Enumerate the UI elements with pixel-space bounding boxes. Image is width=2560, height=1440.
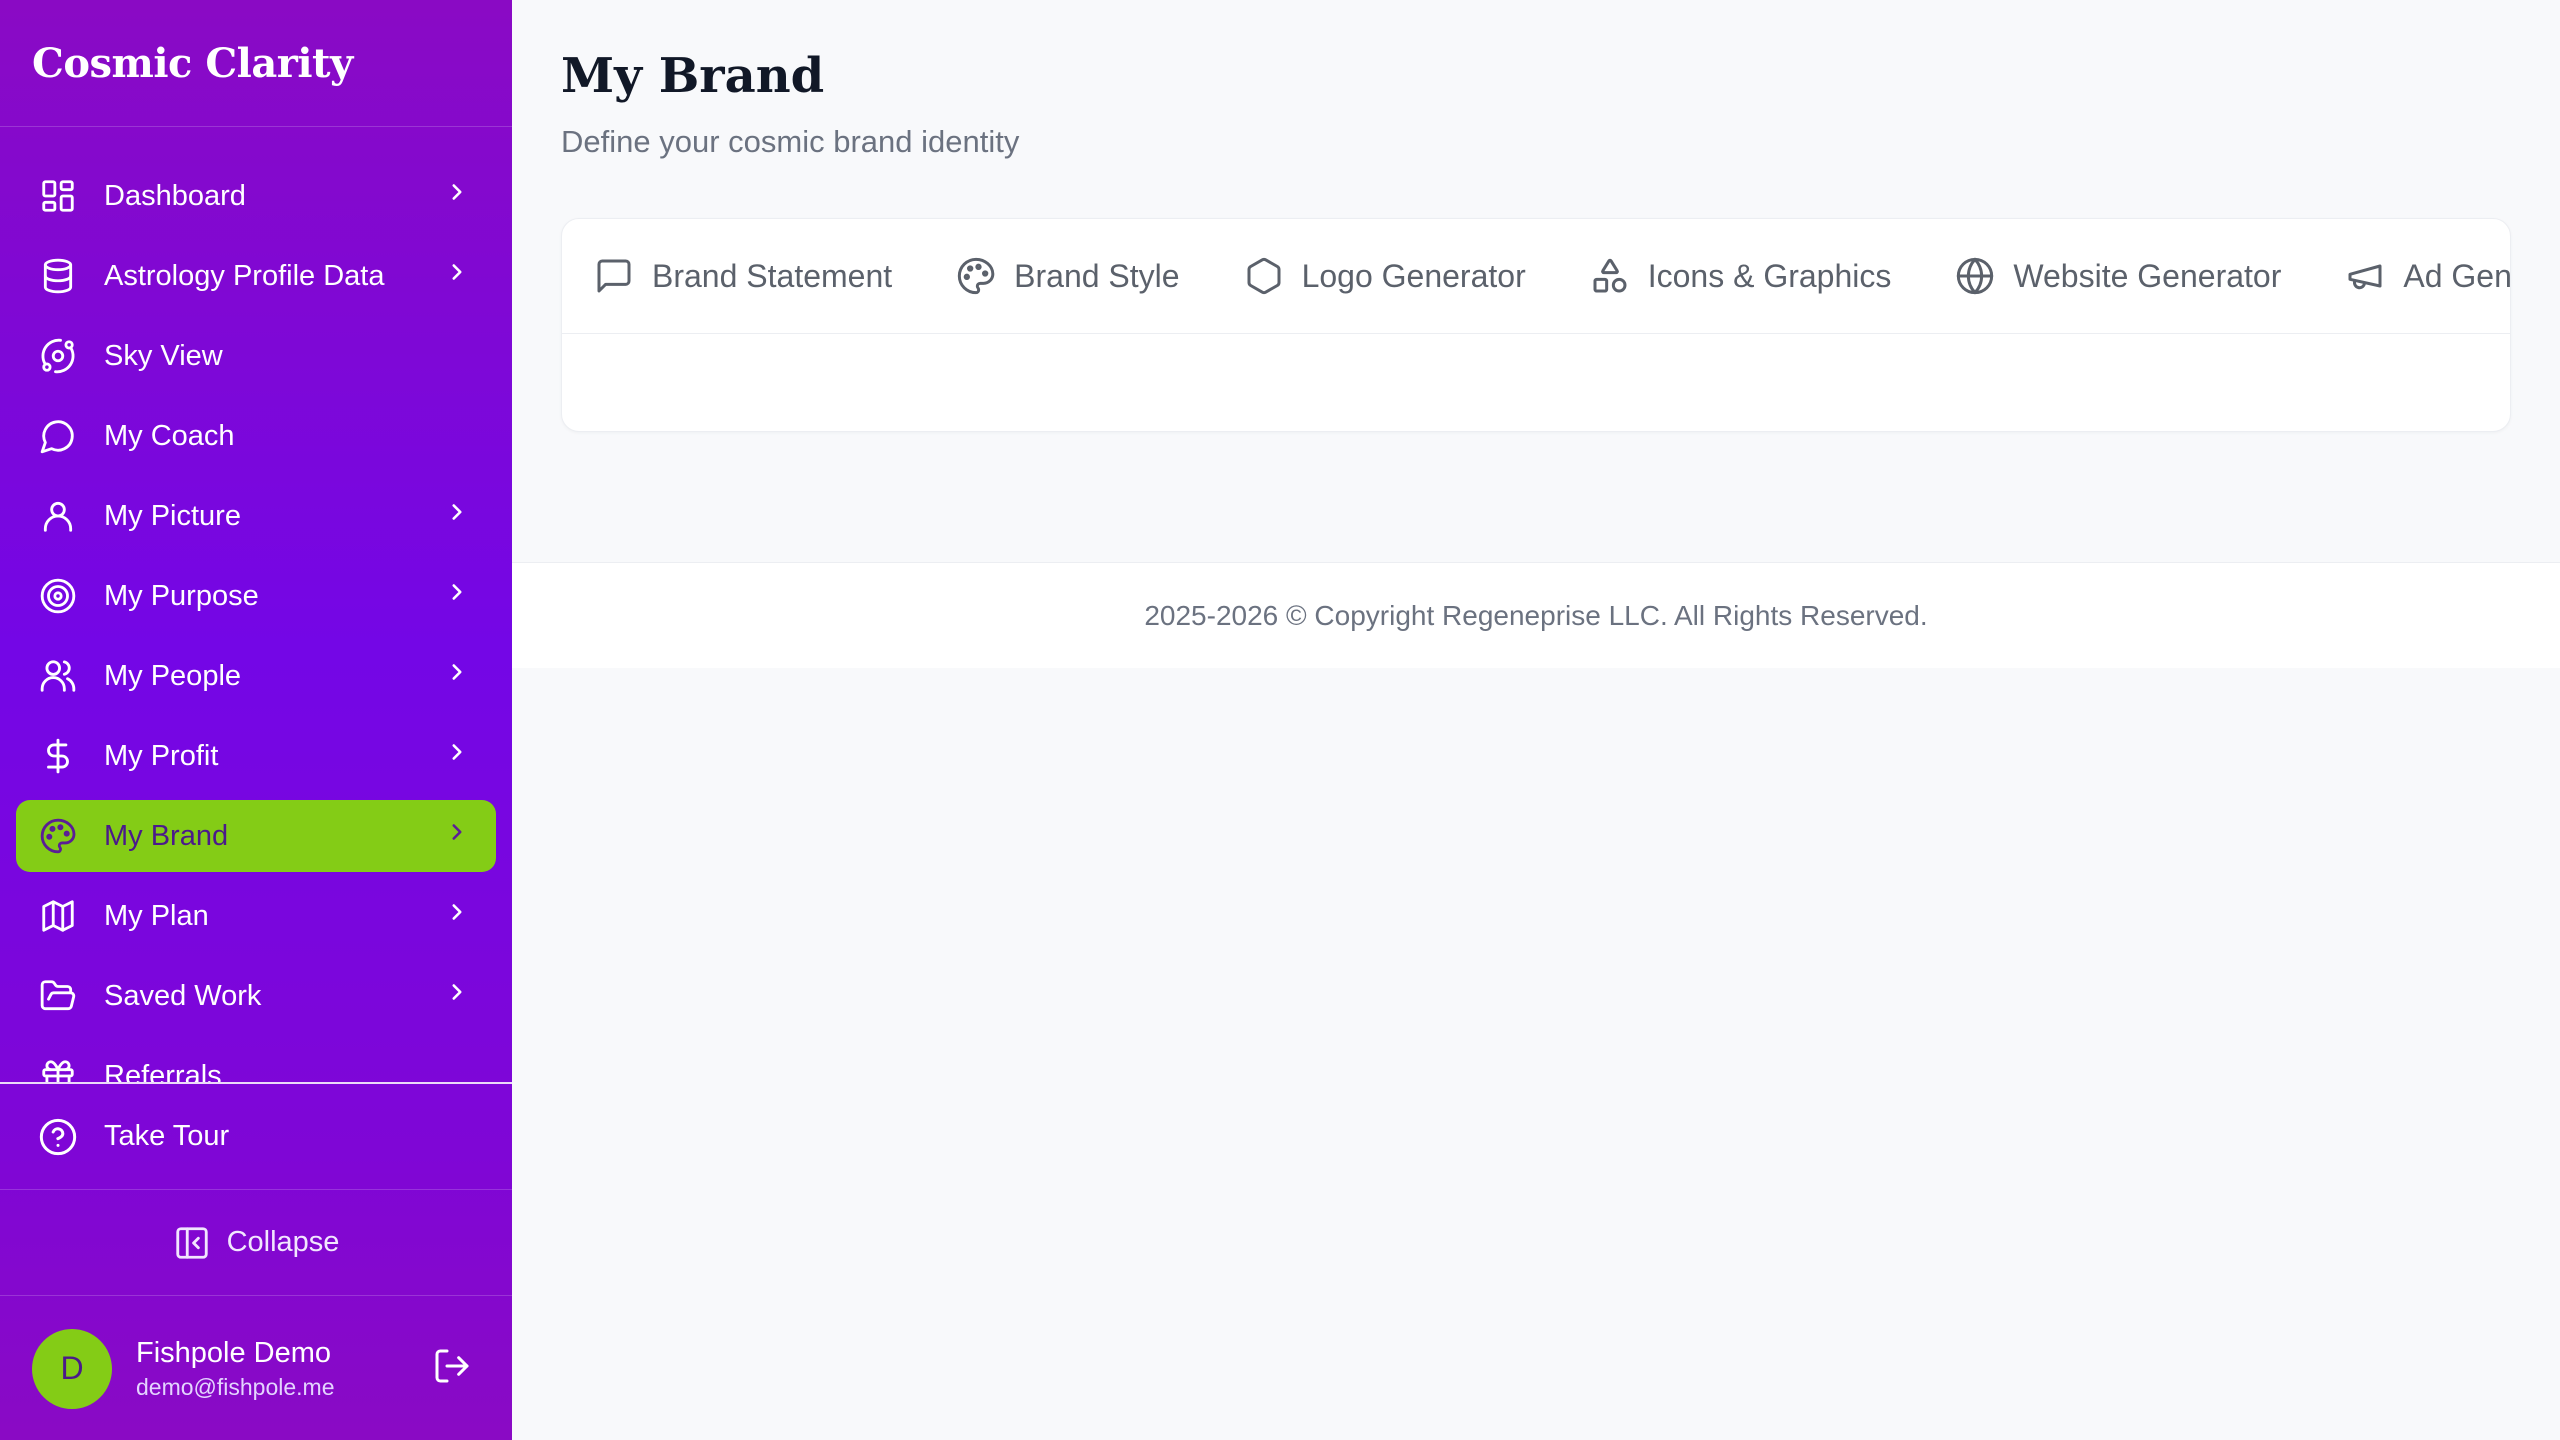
- logout-icon: [435, 1349, 469, 1383]
- panel-left-close-icon: [175, 1226, 208, 1259]
- sidebar-item-referrals[interactable]: Referrals: [16, 1040, 496, 1082]
- globe-icon: [1957, 257, 1994, 295]
- tab-label: Brand Statement: [652, 257, 893, 294]
- chevron-right-icon: [444, 899, 470, 933]
- users-icon: [38, 656, 78, 696]
- sidebar-item-label: My Plan: [104, 899, 209, 932]
- sidebar-item-my-purpose[interactable]: My Purpose: [16, 560, 496, 632]
- take-tour-label: Take Tour: [104, 1120, 230, 1152]
- collapse-button[interactable]: Collapse: [0, 1190, 512, 1296]
- database-icon: [38, 256, 78, 296]
- avatar[interactable]: D: [32, 1328, 112, 1409]
- sidebar-item-saved-work[interactable]: Saved Work: [16, 960, 496, 1032]
- collapse-label: Collapse: [226, 1226, 340, 1258]
- sidebar-item-my-plan[interactable]: My Plan: [16, 880, 496, 952]
- sidebar-item-my-picture[interactable]: My Picture: [16, 480, 496, 552]
- take-tour-button[interactable]: Take Tour: [0, 1084, 512, 1190]
- page-subtitle: Define your cosmic brand identity: [561, 124, 1020, 159]
- shapes-icon: [1593, 258, 1627, 293]
- tab-ad-generator[interactable]: Ad Generator: [2345, 256, 2510, 296]
- app-title[interactable]: Cosmic Clarity: [32, 40, 353, 87]
- sidebar-item-label: My Coach: [104, 419, 235, 452]
- chevron-right-icon: [444, 179, 470, 213]
- sidebar-item-label: Sky View: [104, 339, 223, 372]
- tab-website-generator[interactable]: Website Generator: [1955, 256, 2281, 296]
- tab-bar: Brand Statement Brand Style Logo Generat…: [562, 219, 2510, 334]
- sidebar-item-label: My Picture: [104, 499, 241, 532]
- megaphone-icon: [2348, 264, 2382, 290]
- sidebar-item-label: Dashboard: [104, 179, 246, 212]
- logout-button[interactable]: [432, 1346, 472, 1391]
- tab-icons-graphics[interactable]: Icons & Graphics: [1590, 256, 1892, 296]
- message-square-icon: [597, 259, 631, 293]
- sidebar-item-dashboard[interactable]: Dashboard: [16, 160, 496, 232]
- tab-label: Brand Style: [1014, 257, 1180, 294]
- tab-label: Logo Generator: [1301, 257, 1526, 294]
- tab-logo-generator[interactable]: Logo Generator: [1244, 256, 1526, 296]
- palette-icon: [38, 816, 78, 856]
- sidebar-item-my-people[interactable]: My People: [16, 640, 496, 712]
- gift-icon: [38, 1056, 78, 1082]
- sidebar-footer: Take Tour Collapse D Fishpole Demo demo@…: [0, 1082, 512, 1440]
- sidebar-item-astrology-profile-data[interactable]: Astrology Profile Data: [16, 240, 496, 312]
- sidebar-item-sky-view[interactable]: Sky View: [16, 320, 496, 392]
- copyright-text: 2025-2026 © Copyright Regeneprise LLC. A…: [1144, 599, 1928, 631]
- page-title: My Brand: [561, 48, 825, 104]
- chevron-right-icon: [444, 499, 470, 533]
- sidebar-item-my-coach[interactable]: My Coach: [16, 400, 496, 472]
- user-profile: D Fishpole Demo demo@fishpole.me: [0, 1296, 512, 1440]
- tab-label: Ad Generator: [2403, 257, 2510, 294]
- user-email: demo@fishpole.me: [136, 1373, 335, 1400]
- sidebar-item-label: Referrals: [104, 1059, 222, 1083]
- sidebar-item-label: My Brand: [104, 819, 229, 852]
- chat-icon: [38, 416, 78, 456]
- tab-brand-statement[interactable]: Brand Statement: [594, 256, 892, 296]
- sidebar-nav: Dashboard Astrology Profile Data Sky Vie…: [16, 160, 496, 1082]
- user-icon: [38, 496, 78, 536]
- chevron-right-icon: [444, 739, 470, 773]
- sidebar-item-label: Astrology Profile Data: [104, 259, 385, 292]
- brand-header: Cosmic Clarity: [0, 0, 512, 127]
- palette-icon: [957, 257, 995, 295]
- sidebar-item-label: My People: [104, 659, 242, 692]
- sidebar-item-label: Saved Work: [104, 979, 262, 1012]
- tab-label: Icons & Graphics: [1647, 257, 1892, 294]
- sidebar-item-my-profit[interactable]: My Profit: [16, 720, 496, 792]
- page-footer: 2025-2026 © Copyright Regeneprise LLC. A…: [512, 562, 2560, 668]
- orbit-icon: [38, 336, 78, 376]
- hexagon-icon: [1247, 257, 1281, 295]
- chevron-right-icon: [444, 979, 470, 1013]
- map-icon: [38, 896, 78, 936]
- chevron-right-icon: [444, 579, 470, 613]
- dashboard-icon: [38, 176, 78, 216]
- chevron-right-icon: [444, 819, 470, 853]
- dollar-icon: [38, 736, 78, 776]
- main-content: My Brand Define your cosmic brand identi…: [512, 0, 2560, 1440]
- sidebar-item-label: My Purpose: [104, 579, 259, 612]
- folder-icon: [38, 976, 78, 1016]
- help-circle-icon: [39, 1118, 77, 1155]
- chevron-right-icon: [444, 659, 470, 693]
- tab-label: Website Generator: [2013, 257, 2282, 294]
- target-icon: [38, 576, 78, 616]
- tab-brand-style[interactable]: Brand Style: [956, 256, 1180, 296]
- sidebar-item-label: My Profit: [104, 739, 219, 772]
- sidebar: Cosmic Clarity Dashboard Astrology Profi…: [0, 0, 512, 1440]
- brand-tabs-card: Brand Statement Brand Style Logo Generat…: [561, 218, 2511, 432]
- user-name: Fishpole Demo: [136, 1336, 332, 1369]
- user-info: Fishpole Demo demo@fishpole.me: [136, 1337, 432, 1401]
- sidebar-item-my-brand[interactable]: My Brand: [16, 800, 496, 872]
- chevron-right-icon: [444, 259, 470, 293]
